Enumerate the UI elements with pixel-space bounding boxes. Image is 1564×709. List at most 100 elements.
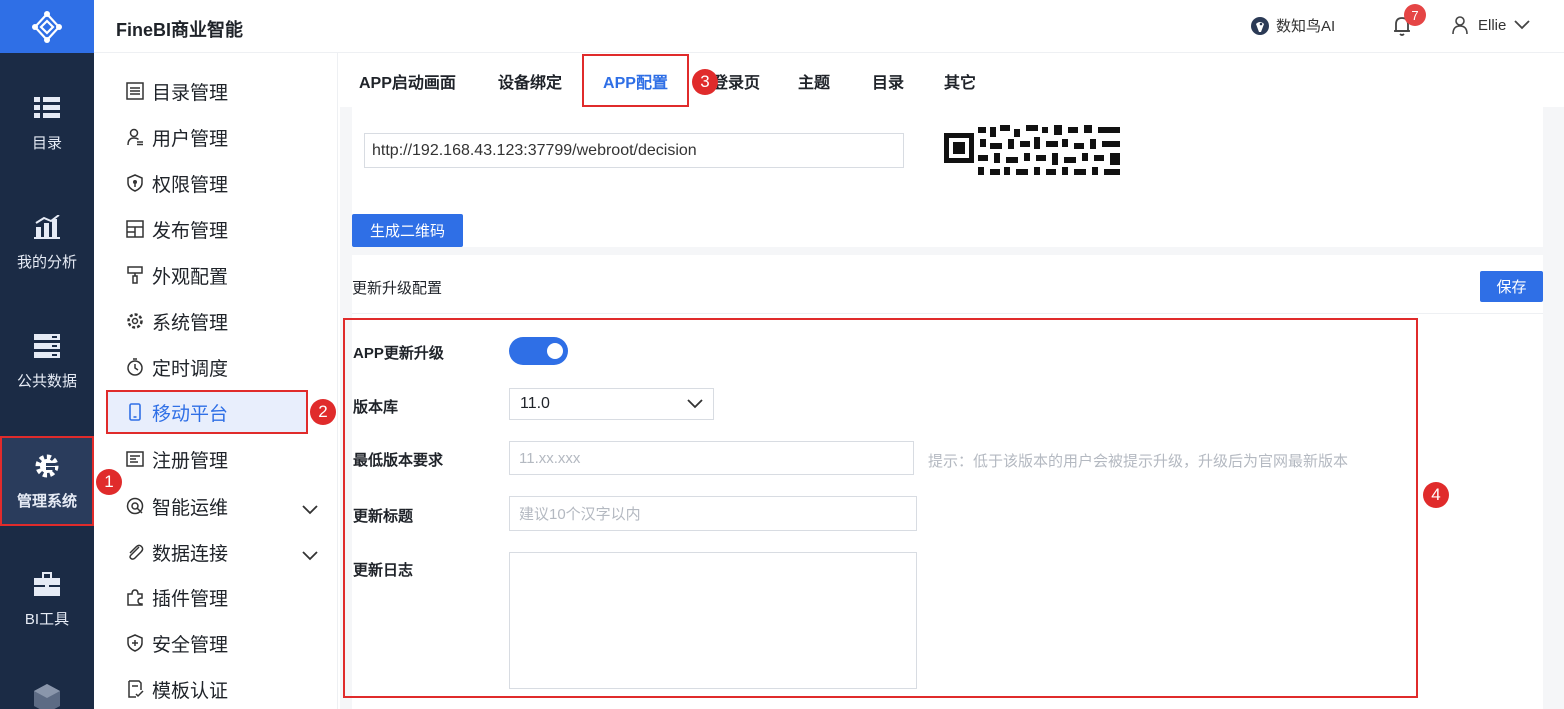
tab-app-config[interactable]: APP配置 [582,54,689,107]
maintenance-icon [126,497,144,515]
ai-assistant-label: 数知鸟AI [1276,18,1336,35]
version-repo-label: 版本库 [353,399,399,416]
rail-item-bi-tools[interactable]: BI工具 [0,554,94,644]
version-repo-value: 11.0 [520,395,550,412]
menu-item-security-management[interactable]: 安全管理 [106,621,308,665]
admin-side-menu: 目录管理 用户管理 权限管理 发布管理 外观配置 系统管理 定时调度 移动平台 … [94,53,338,709]
top-header: FineBI商业智能 数知鸟AI 7 Ellie [94,0,1564,53]
vertical-scrollbar[interactable] [1545,107,1564,709]
rail-item-catalog[interactable]: 目录 [0,78,94,168]
step-marker-1: 1 [96,469,122,495]
user-icon [126,128,144,146]
ai-bird-icon [1251,16,1269,35]
menu-item-system-management[interactable]: 系统管理 [106,299,308,343]
tab-login-page[interactable]: 登录页 [712,54,760,107]
menu-item-label: 模板认证 [152,680,229,702]
toolbox-icon [33,570,61,598]
security-icon [126,634,144,652]
user-avatar-icon [1452,16,1468,35]
user-menu[interactable]: Ellie [1450,15,1530,35]
tab-app-splash[interactable]: APP启动画面 [359,54,456,107]
mobile-icon [126,403,144,421]
tab-catalog[interactable]: 目录 [872,54,904,107]
app-title: FineBI商业智能 [116,20,244,40]
menu-item-user-management[interactable]: 用户管理 [106,115,308,159]
menu-item-label: 安全管理 [152,634,229,656]
app-update-label: APP更新升级 [353,345,444,362]
gear-icon [126,312,144,330]
menu-item-label: 定时调度 [152,358,229,380]
tab-other[interactable]: 其它 [944,54,976,107]
chevron-down-icon[interactable] [302,499,318,521]
shield-icon [126,174,144,192]
menu-item-appearance-config[interactable]: 外观配置 [106,253,308,297]
cube-icon[interactable] [33,684,61,709]
rail-item-public-data[interactable]: 公共数据 [0,316,94,406]
left-rail: 目录 我的分析 公共数据 管理系统 BI工具 [0,0,94,709]
finebi-logo-icon[interactable] [0,0,94,53]
rail-item-label: 公共数据 [16,372,77,390]
catalog-icon [33,94,61,122]
section-title: 更新升级配置 [352,280,443,297]
generate-qr-button[interactable]: 生成二维码 [352,214,463,247]
menu-item-label: 数据连接 [152,543,229,565]
version-repo-select[interactable]: 11.0 [509,388,714,420]
menu-item-registration-management[interactable]: 注册管理 [106,437,308,481]
ai-assistant-link[interactable]: 数知鸟AI [1250,15,1335,36]
update-log-textarea[interactable] [509,552,917,689]
settings-icon [33,452,61,480]
update-title-label: 更新标题 [353,508,414,525]
save-button[interactable]: 保存 [1480,271,1543,302]
chevron-down-icon [687,399,703,409]
toggle-knob [547,343,563,359]
template-icon [126,680,144,698]
menu-item-label: 注册管理 [152,450,229,472]
menu-item-scheduled-tasks[interactable]: 定时调度 [106,345,308,389]
menu-item-mobile-platform[interactable]: 移动平台 [106,390,308,434]
rail-item-label: BI工具 [24,610,70,628]
divider [352,313,1543,314]
brush-icon [126,266,144,284]
step-marker-4: 4 [1423,482,1449,508]
menu-item-catalog-management[interactable]: 目录管理 [106,69,308,113]
app-update-toggle[interactable] [509,337,568,365]
menu-item-template-certification[interactable]: 模板认证 [106,667,308,709]
menu-item-publish-management[interactable]: 发布管理 [106,207,308,251]
menu-item-label: 移动平台 [152,403,229,425]
server-url-field[interactable]: http://192.168.43.123:37799/webroot/deci… [364,133,904,168]
config-tabs: APP启动画面 设备绑定 APP配置 登录页 主题 目录 其它 [340,54,1564,107]
menu-item-plugin-management[interactable]: 插件管理 [106,575,308,619]
tab-theme[interactable]: 主题 [798,54,830,107]
user-name: Ellie [1478,16,1507,34]
menu-item-label: 权限管理 [152,174,229,196]
link-icon [126,543,144,561]
menu-item-label: 外观配置 [152,266,229,288]
rail-item-label: 我的分析 [16,253,77,271]
update-title-input[interactable]: 建议10个汉字以内 [509,496,917,531]
plugin-icon [126,588,144,606]
min-version-input[interactable]: 11.xx.xxx [509,441,914,475]
chevron-down-icon[interactable] [302,545,318,567]
menu-item-label: 用户管理 [152,128,229,150]
menu-item-permission-management[interactable]: 权限管理 [106,161,308,205]
min-version-hint: 提示：低于该版本的用户会被提示升级，升级后为官网最新版本 [928,453,1349,470]
qr-panel: http://192.168.43.123:37799/webroot/deci… [352,107,1543,247]
step-marker-3: 3 [692,69,718,95]
rail-item-label: 目录 [31,134,62,152]
menu-item-label: 目录管理 [152,82,229,104]
notification-badge: 7 [1404,4,1426,26]
rail-item-management-system[interactable]: 管理系统 [0,436,94,526]
menu-item-label: 智能运维 [152,497,229,519]
tab-device-binding[interactable]: 设备绑定 [498,54,562,107]
menu-item-label: 发布管理 [152,220,229,242]
database-icon [33,332,61,360]
publish-icon [126,220,144,238]
rail-item-my-analysis[interactable]: 我的分析 [0,197,94,287]
qr-code-image [938,119,1128,181]
menu-item-intelligent-ops[interactable]: 智能运维 [106,484,318,528]
register-icon [126,450,144,468]
list-icon [126,82,144,100]
chevron-down-icon [1514,20,1530,30]
menu-item-data-connection[interactable]: 数据连接 [106,530,318,574]
update-log-label: 更新日志 [353,562,414,579]
